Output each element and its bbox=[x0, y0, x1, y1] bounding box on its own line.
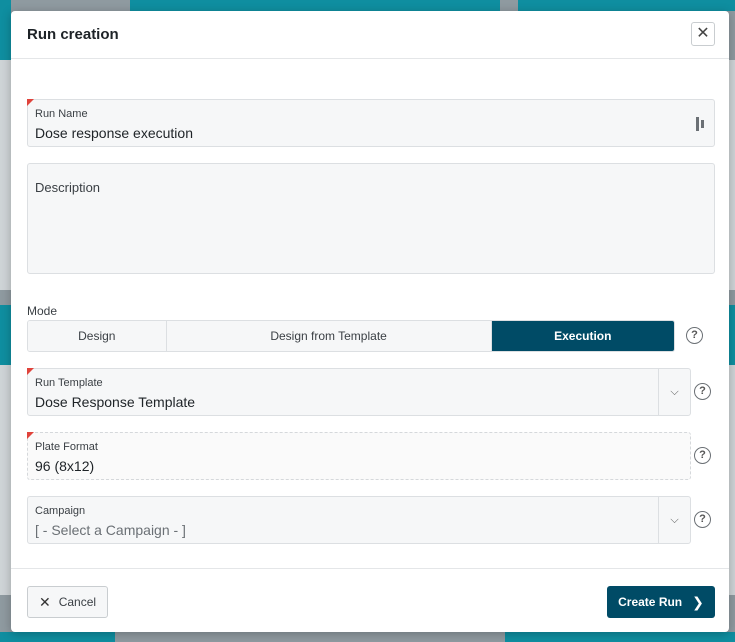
chevron-down-icon[interactable]: ⌵ bbox=[658, 369, 690, 415]
background-panel bbox=[729, 365, 735, 595]
plate-format-help-icon[interactable]: ? bbox=[694, 447, 711, 464]
background-panel bbox=[729, 60, 735, 290]
close-icon: ✕ bbox=[38, 593, 51, 610]
background-card bbox=[130, 0, 500, 11]
mode-segmented-control: Design Design from Template Execution bbox=[27, 320, 675, 352]
dialog-title: Run creation bbox=[27, 26, 119, 43]
background-card bbox=[0, 632, 115, 642]
campaign-help-icon[interactable]: ? bbox=[694, 511, 711, 528]
mode-option-design-from-template[interactable]: Design from Template bbox=[166, 321, 492, 351]
plate-format-value: 96 (8x12) bbox=[35, 458, 95, 474]
background-card bbox=[0, 305, 11, 365]
run-name-value[interactable]: Dose response execution bbox=[35, 125, 193, 141]
dialog-footer: ✕ Cancel Create Run ❯ bbox=[11, 568, 729, 632]
mode-help-icon[interactable]: ? bbox=[686, 327, 703, 344]
campaign-placeholder: [ - Select a Campaign - ] bbox=[35, 522, 186, 538]
chevron-down-icon[interactable]: ⌵ bbox=[658, 497, 690, 543]
run-template-label: Run Template bbox=[35, 377, 103, 389]
background-panel bbox=[0, 365, 11, 595]
campaign-label: Campaign bbox=[35, 505, 86, 517]
background-card bbox=[518, 0, 735, 11]
close-button[interactable]: ✕ bbox=[691, 22, 715, 46]
chevron-right-icon: ❯ bbox=[692, 593, 704, 610]
mode-option-execution[interactable]: Execution bbox=[491, 321, 674, 351]
run-name-label: Run Name bbox=[35, 108, 88, 120]
plate-format-field: Plate Format 96 (8x12) bbox=[27, 432, 691, 480]
create-run-label: Create Run bbox=[618, 595, 683, 609]
run-name-field[interactable]: Run Name Dose response execution bbox=[27, 99, 715, 147]
description-label: Description bbox=[35, 180, 101, 195]
run-template-select[interactable]: Run Template Dose Response Template ⌵ bbox=[27, 368, 691, 416]
plate-format-label: Plate Format bbox=[35, 441, 98, 453]
run-template-value: Dose Response Template bbox=[35, 394, 196, 410]
run-creation-dialog: Run creation ✕ Run Name Dose response ex… bbox=[11, 11, 729, 632]
run-template-help-icon[interactable]: ? bbox=[694, 383, 711, 400]
background-card bbox=[0, 0, 11, 60]
dialog-header: Run creation ✕ bbox=[11, 11, 729, 59]
background-card bbox=[505, 632, 735, 642]
background-panel bbox=[0, 60, 11, 290]
cancel-button[interactable]: ✕ Cancel bbox=[27, 586, 108, 618]
mode-option-design[interactable]: Design bbox=[28, 321, 167, 351]
background-card bbox=[729, 305, 735, 365]
create-run-button[interactable]: Create Run ❯ bbox=[607, 586, 715, 618]
mode-label: Mode bbox=[27, 304, 58, 318]
close-icon: ✕ bbox=[696, 25, 710, 42]
cancel-label: Cancel bbox=[58, 595, 97, 609]
campaign-select[interactable]: Campaign [ - Select a Campaign - ] ⌵ bbox=[27, 496, 691, 544]
description-field[interactable]: Description bbox=[27, 163, 715, 274]
field-options-icon[interactable] bbox=[696, 116, 708, 132]
